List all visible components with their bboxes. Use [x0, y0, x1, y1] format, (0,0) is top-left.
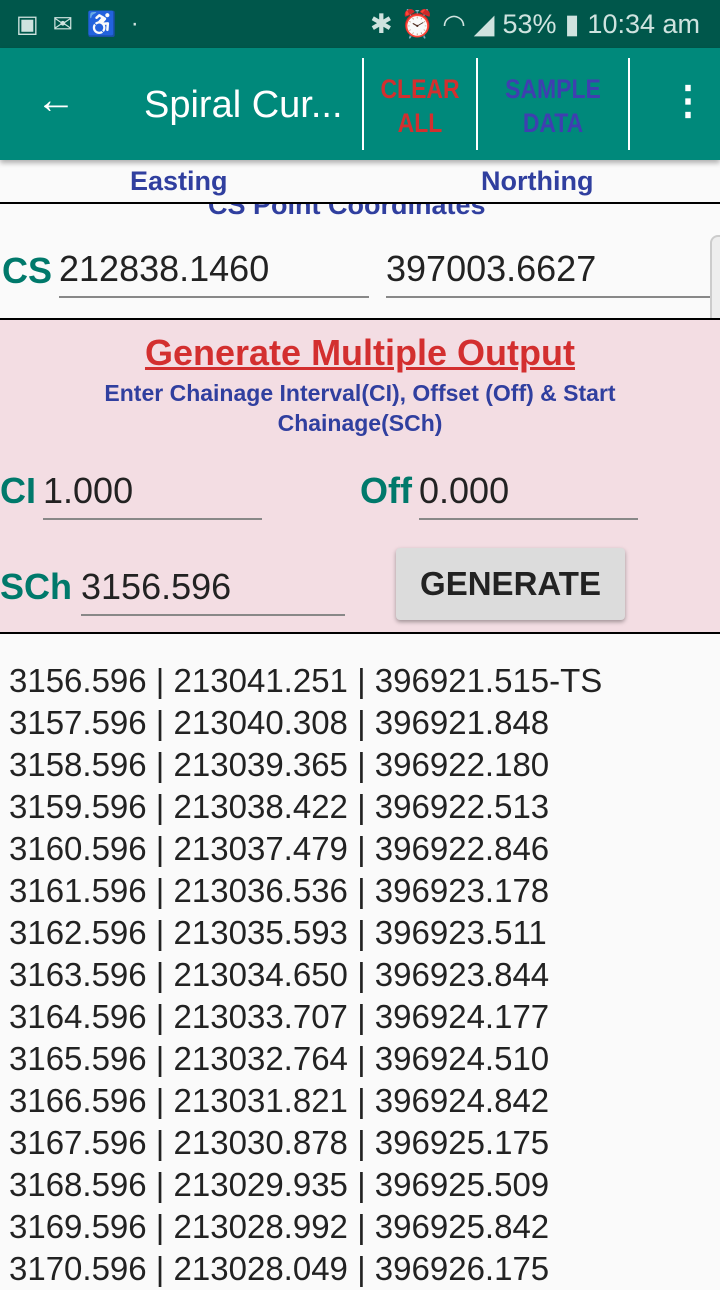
page-title: Spiral Cur...	[144, 84, 343, 126]
cs-label: CS	[2, 250, 53, 291]
ci-input[interactable]: 1.000	[43, 470, 262, 520]
back-arrow-icon[interactable]: ←	[36, 78, 76, 123]
northing-header: Northing	[481, 166, 594, 196]
output-list: 3156.596 | 213041.251 | 396921.515-TS 315…	[9, 660, 602, 1290]
easting-header: Easting	[130, 166, 228, 196]
output-row: 3161.596 | 213036.536 | 396923.178	[9, 872, 550, 909]
output-row: 3160.596 | 213037.479 | 396922.846	[9, 830, 550, 867]
ci-label: CI	[0, 470, 36, 511]
cs-easting-input[interactable]: 212838.1460	[59, 248, 369, 298]
output-row: 3157.596 | 213040.308 | 396921.848	[9, 704, 550, 741]
dot-icon: ·	[130, 10, 139, 37]
start-chainage-input[interactable]: 3156.596	[81, 566, 345, 616]
sch-label: SCh	[0, 566, 72, 607]
generate-title: Generate Multiple Output	[144, 332, 575, 373]
more-options-icon[interactable]: ⋮	[668, 78, 708, 124]
output-row: 3167.596 | 213030.878 | 396925.175	[9, 1124, 550, 1161]
wifi-icon: ◠	[442, 8, 466, 39]
output-row: 3166.596 | 213031.821 | 396924.842	[9, 1082, 550, 1119]
clock: 10:34 am	[587, 8, 700, 39]
output-row: 3168.596 | 213029.935 | 396925.509	[9, 1166, 550, 1203]
generate-subtitle: Enter Chainage Interval(CI), Offset (Off…	[104, 380, 616, 436]
sample-data-button[interactable]: SAMPLE DATA	[489, 72, 617, 140]
output-row: 3164.596 | 213033.707 | 396924.177	[9, 998, 550, 1035]
divider	[362, 58, 364, 150]
clear-all-button[interactable]: CLEAR ALL	[372, 72, 467, 140]
output-row: 3156.596 | 213041.251 | 396921.515-TS	[9, 662, 603, 699]
generate-multiple-output-section: Generate Multiple Output Enter Chainage …	[0, 320, 720, 632]
alarm-icon: ⏰	[400, 9, 435, 39]
status-bar: ▣ ✉ ♿ · ✱ ⏰ ◠ ◢ 53% ▮ 10:34 am	[0, 0, 720, 48]
cs-point-section: CS Point Coordinates CS 212838.1460 3970…	[0, 204, 720, 318]
cs-northing-input[interactable]: 397003.6627	[386, 248, 720, 298]
cs-section-title: CS Point Coordinates	[208, 204, 486, 220]
divider	[0, 632, 720, 634]
accessibility-icon: ♿	[86, 11, 117, 38]
column-headers: Easting Northing	[0, 160, 720, 202]
bluetooth-icon: ✱	[369, 8, 393, 39]
signal-icon: ◢	[473, 8, 495, 39]
output-row: 3165.596 | 213032.764 | 396924.510	[9, 1040, 550, 1077]
battery-percent: 53%	[502, 8, 557, 39]
output-row: 3169.596 | 213028.992 | 396925.842	[9, 1208, 550, 1245]
output-row: 3162.596 | 213035.593 | 396923.511	[9, 914, 547, 951]
gallery-icon: ▣	[16, 11, 39, 38]
output-row: 3159.596 | 213038.422 | 396922.513	[9, 788, 550, 825]
output-row: 3170.596 | 213028.049 | 396926.175	[9, 1250, 550, 1287]
offset-input[interactable]: 0.000	[419, 470, 638, 520]
battery-icon: ▮	[564, 8, 580, 39]
app-bar: ← Spiral Cur... CLEAR ALL SAMPLE DATA ⋮	[0, 48, 720, 160]
output-row: 3158.596 | 213039.365 | 396922.180	[9, 746, 550, 783]
off-label: Off	[360, 470, 412, 511]
divider	[628, 58, 630, 150]
generate-button[interactable]: GENERATE	[396, 548, 625, 620]
divider	[476, 58, 478, 150]
output-row: 3163.596 | 213034.650 | 396923.844	[9, 956, 550, 993]
gmail-icon: ✉	[52, 11, 73, 38]
